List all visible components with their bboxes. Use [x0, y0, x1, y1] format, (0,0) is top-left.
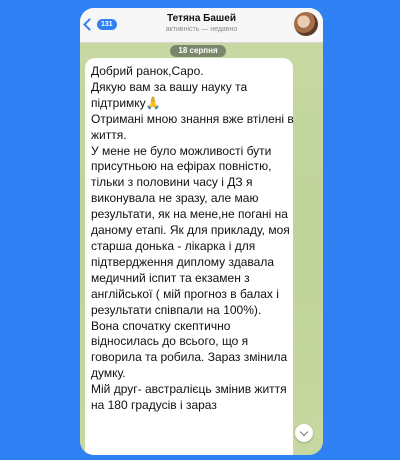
- back-button[interactable]: 131: [83, 18, 117, 31]
- avatar[interactable]: [294, 12, 318, 36]
- unread-count-badge: 131: [97, 19, 117, 30]
- chevron-left-icon: [83, 18, 96, 31]
- message-text: Добрий ранок,Саро. Дякую вам за вашу нау…: [91, 64, 294, 413]
- scroll-down-button[interactable]: [295, 424, 313, 442]
- contact-status: активність — недавно: [165, 26, 238, 33]
- contact-info[interactable]: Тетяна Башей активність — недавно: [130, 13, 273, 33]
- contact-name: Тетяна Башей: [167, 13, 236, 24]
- date-separator: 18 серпня: [170, 45, 226, 57]
- chat-header: 131 Тетяна Башей активність — недавно: [80, 8, 323, 43]
- chat-window: 131 Тетяна Башей активність — недавно 18…: [80, 8, 323, 455]
- chevron-down-icon: [299, 427, 309, 437]
